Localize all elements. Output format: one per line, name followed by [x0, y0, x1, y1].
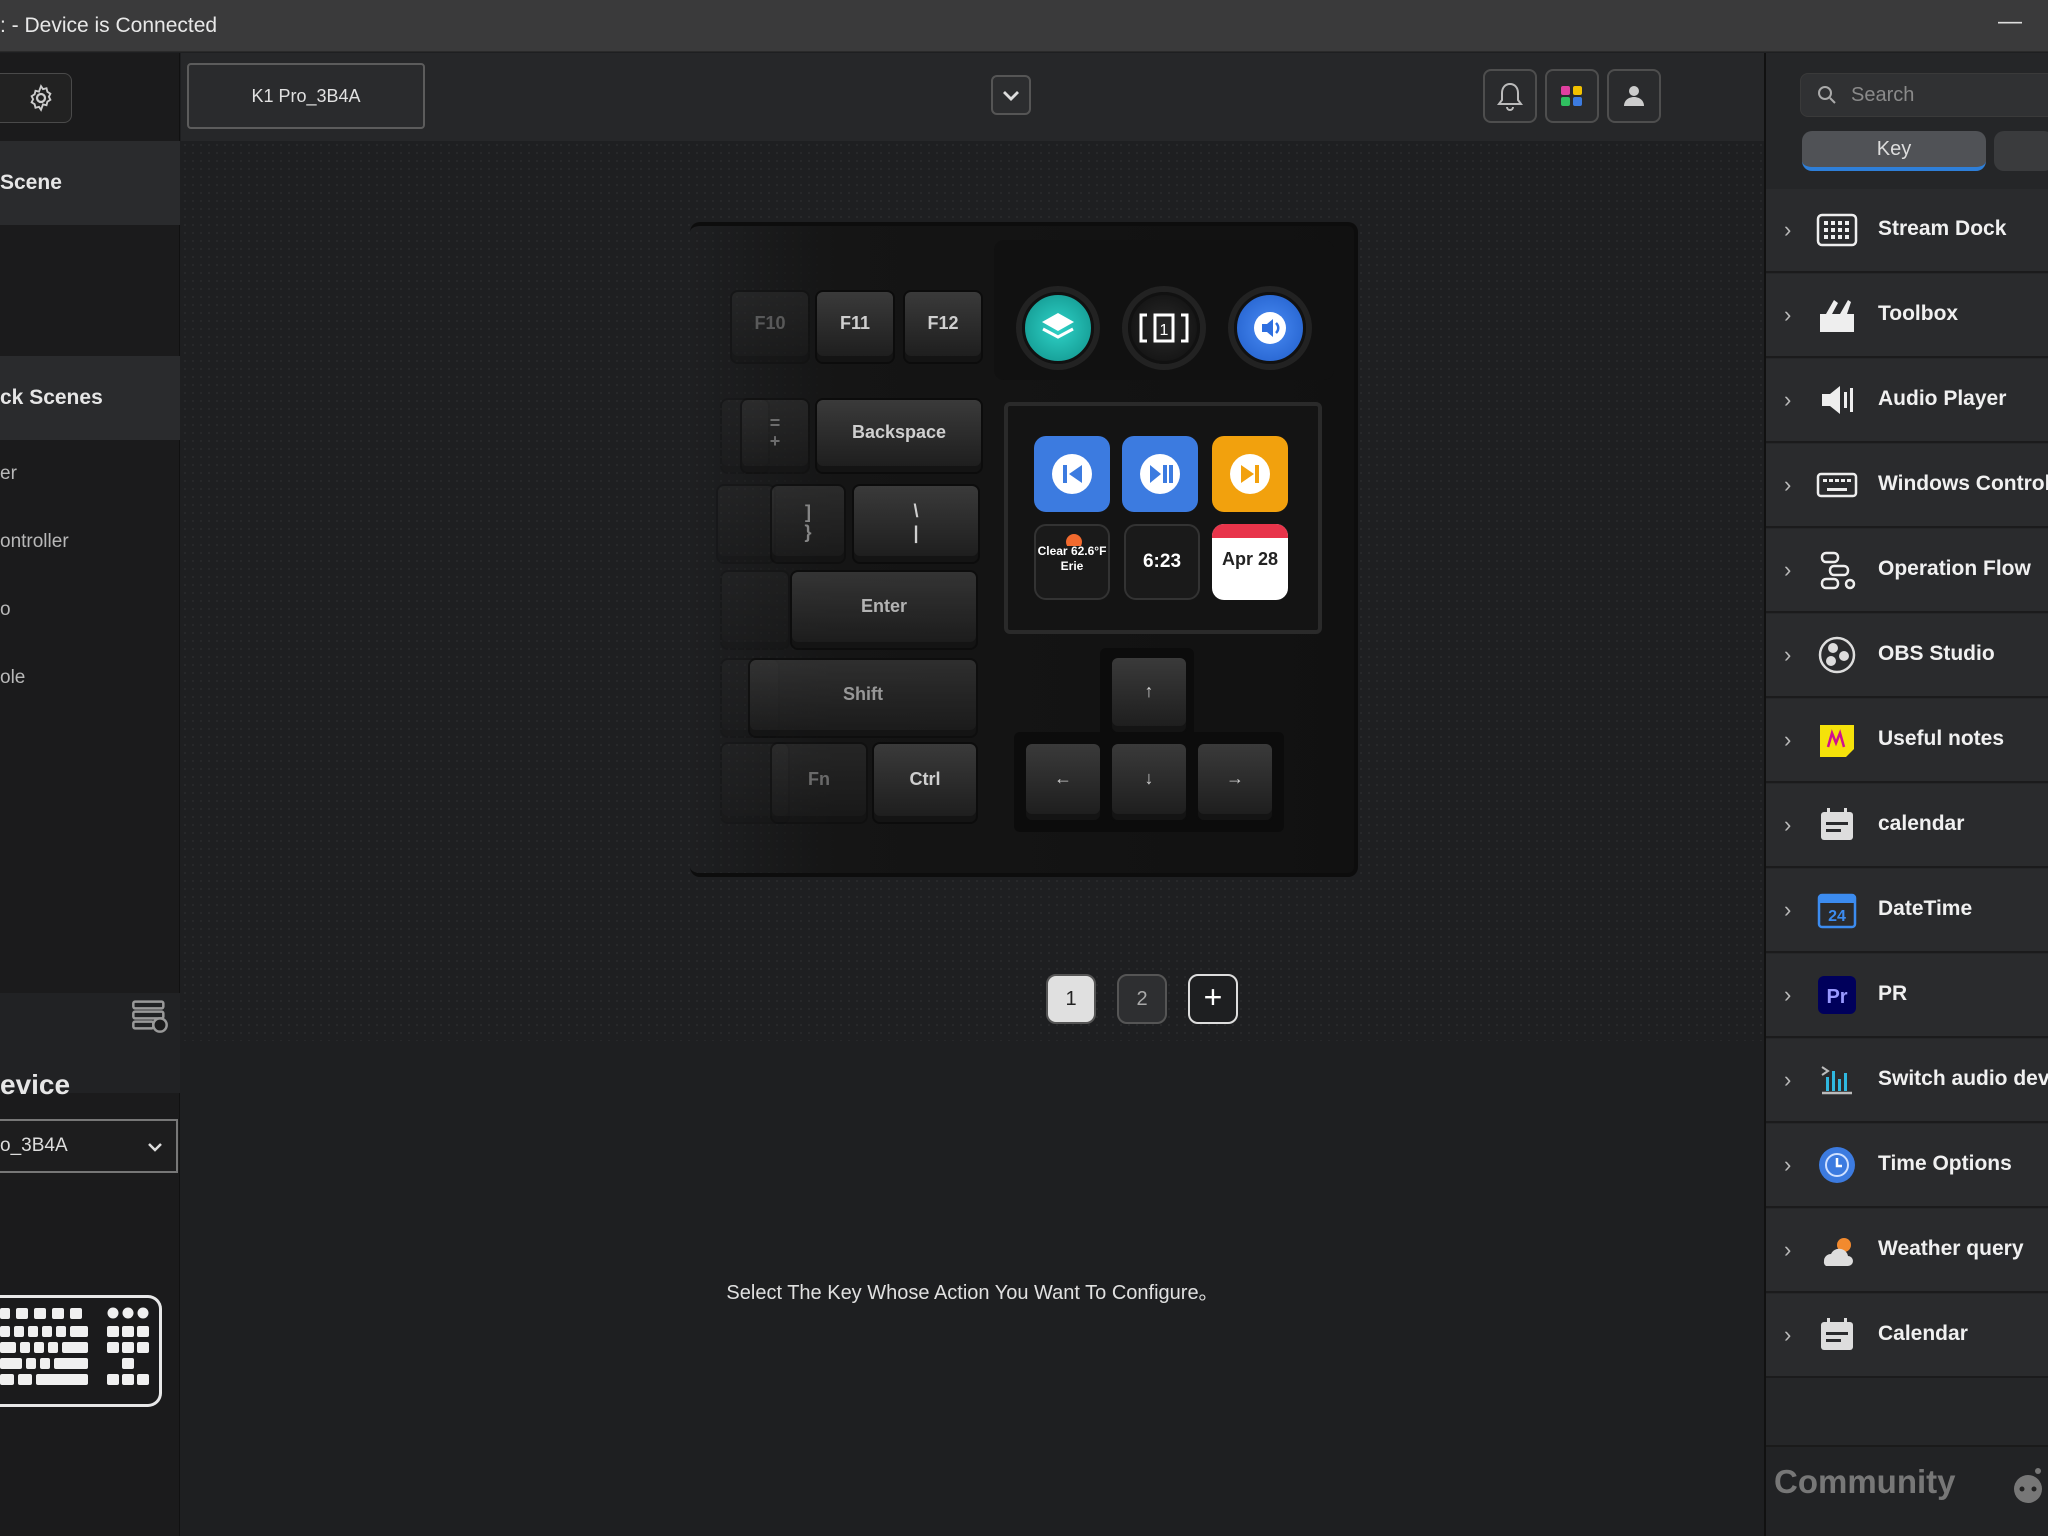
right-panel: Search Key › Stream Dock › Toolbox › Aud…	[1764, 53, 2048, 1536]
svg-text:24: 24	[1828, 908, 1846, 925]
plugin-label: PR	[1878, 982, 1908, 1005]
calendar-icon	[1821, 1318, 1853, 1350]
plugin-label: Windows Control	[1878, 472, 2048, 495]
tab-key[interactable]: Key	[1802, 131, 1986, 171]
date-24-icon: 24	[1817, 893, 1857, 929]
sticky-note-icon	[1820, 725, 1854, 757]
clock-icon	[1819, 1147, 1855, 1183]
speaker-icon	[1822, 386, 1853, 414]
search-icon	[1818, 86, 1836, 104]
plugin-label: Calendar	[1878, 1322, 1968, 1345]
plugin-label: DateTime	[1878, 897, 1973, 920]
left-sidebar: Scene ck Scenes er ontroller o ole evice…	[0, 53, 180, 1536]
weather-icon	[1823, 1238, 1853, 1266]
plugin-label: calendar	[1878, 812, 1965, 835]
gear-icon	[30, 84, 52, 112]
device-select[interactable]: o_3B4A	[0, 1119, 178, 1173]
scene-item[interactable]: ontroller	[0, 531, 180, 553]
stream-dock-icon	[1816, 213, 1858, 247]
chevron-right-icon: ›	[1784, 642, 1792, 667]
plugin-windows-control[interactable]: › Windows Control	[1766, 444, 2048, 528]
chevron-right-icon: ›	[1784, 1152, 1792, 1177]
device-title: evice	[0, 1069, 71, 1100]
obs-icon	[1818, 636, 1856, 674]
chevron-right-icon: ›	[1784, 812, 1792, 837]
chevron-right-icon: ›	[1784, 982, 1792, 1007]
device-manage-icon[interactable]	[130, 995, 170, 1035]
plugin-obs-studio[interactable]: › OBS Studio	[1766, 614, 2048, 698]
plugin-label: Operation Flow	[1878, 557, 2031, 580]
scene-header[interactable]: Scene	[0, 141, 180, 225]
plugin-switch-audio[interactable]: › Switch audio devi	[1766, 1039, 2048, 1123]
plugin-datetime[interactable]: › 24 DateTime	[1766, 869, 2048, 953]
device-dropdown-button[interactable]	[991, 75, 1031, 115]
plugin-audio-player[interactable]: › Audio Player	[1766, 359, 2048, 443]
plugin-label: OBS Studio	[1878, 642, 1995, 665]
chevron-right-icon: ›	[1784, 217, 1792, 242]
plugin-label: Weather query	[1878, 1237, 2024, 1260]
community-link[interactable]: Community	[1774, 1463, 1956, 1501]
chevron-right-icon: ›	[1784, 472, 1792, 497]
chevron-right-icon: ›	[1784, 557, 1792, 582]
notifications-button[interactable]	[1483, 69, 1537, 123]
chevron-right-icon: ›	[1784, 727, 1792, 752]
plugin-calendar[interactable]: › calendar	[1766, 784, 2048, 868]
minimize-button[interactable]: —	[1998, 8, 2022, 36]
keyboard-thumbnail[interactable]	[0, 1295, 162, 1407]
account-button[interactable]	[1607, 69, 1661, 123]
scene-item[interactable]: o	[0, 599, 180, 621]
plugin-toolbox[interactable]: › Toolbox	[1766, 274, 2048, 358]
plugin-label: Switch audio devi	[1878, 1067, 2048, 1090]
device-tab[interactable]: K1 Pro_3B4A	[187, 63, 425, 129]
plugin-useful-notes[interactable]: › Useful notes	[1766, 699, 2048, 783]
chevron-right-icon: ›	[1784, 302, 1792, 327]
chevron-right-icon: ›	[1784, 1067, 1792, 1092]
plugins-button[interactable]	[1545, 69, 1599, 123]
tab-other[interactable]	[1994, 131, 2048, 171]
plugin-pr[interactable]: › Pr PR	[1766, 954, 2048, 1038]
chevron-down-icon	[1003, 91, 1019, 101]
toolbox-icon	[1820, 300, 1854, 332]
svg-text:Pr: Pr	[1826, 986, 1847, 1008]
plugin-label: Useful notes	[1878, 727, 2005, 750]
plugin-operation-flow[interactable]: › Operation Flow	[1766, 529, 2048, 613]
user-icon	[1624, 86, 1644, 106]
search-input[interactable]: Search	[1800, 73, 2048, 117]
settings-button[interactable]	[0, 73, 72, 123]
chevron-right-icon: ›	[1784, 897, 1792, 922]
plugin-calendar-2[interactable]: › Calendar	[1766, 1294, 2048, 1378]
scene-item[interactable]: ole	[0, 667, 180, 689]
bell-icon	[1497, 82, 1523, 111]
audio-switch-icon	[1821, 1066, 1852, 1095]
plugin-weather-query[interactable]: › Weather query	[1766, 1209, 2048, 1293]
device-canvas	[181, 141, 1764, 1041]
config-hint: Select The Key Whose Action You Want To …	[726, 1282, 1219, 1304]
plugin-label: Stream Dock	[1878, 217, 2007, 240]
chevron-down-icon	[148, 1143, 162, 1152]
title-bar: : - Device is Connected —	[0, 0, 2048, 52]
scene-item[interactable]: er	[0, 463, 180, 485]
reddit-icon[interactable]	[2006, 1463, 2048, 1507]
keyboard-icon	[1816, 472, 1858, 498]
chevron-right-icon: ›	[1784, 1237, 1792, 1262]
flow-icon	[1820, 551, 1856, 590]
plugin-time-options[interactable]: › Time Options	[1766, 1124, 2048, 1208]
device-select-value: o_3B4A	[0, 1135, 68, 1156]
chevron-right-icon: ›	[1784, 1322, 1792, 1347]
plugin-stream-dock[interactable]: › Stream Dock	[1766, 189, 2048, 273]
plugin-label: Audio Player	[1878, 387, 2007, 410]
dock-scenes-header[interactable]: ck Scenes	[0, 356, 180, 440]
calendar-icon	[1821, 808, 1853, 840]
chevron-right-icon: ›	[1784, 387, 1792, 412]
top-bar: K1 Pro_3B4A	[181, 53, 1764, 141]
keyboard-icon	[0, 1307, 149, 1385]
plugin-label: Toolbox	[1878, 302, 1959, 325]
window-title: : - Device is Connected	[0, 14, 218, 37]
plugin-label: Time Options	[1878, 1152, 2012, 1175]
action-config-panel: Select The Key Whose Action You Want To …	[181, 1041, 1764, 1536]
apps-icon	[1561, 86, 1582, 106]
premiere-icon: Pr	[1818, 976, 1856, 1014]
